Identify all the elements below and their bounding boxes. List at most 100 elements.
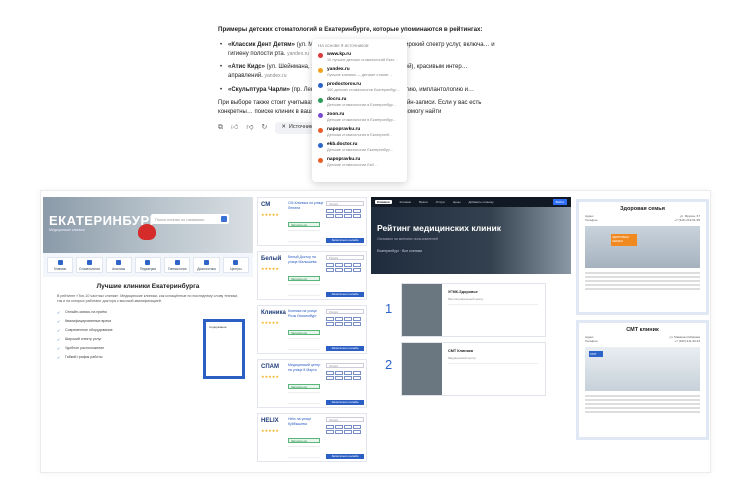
clinic-photo bbox=[402, 284, 442, 336]
category-tile[interactable]: Клиники bbox=[47, 257, 74, 273]
clinic-row[interactable]: Белый Белый Доктор на улице Малышева ★★★★★… bbox=[257, 251, 367, 300]
nav-item[interactable]: Цены bbox=[453, 200, 461, 204]
rating-title: Рейтинг медицинских клиник bbox=[377, 223, 501, 233]
card-title: СМТ клиник bbox=[626, 327, 659, 333]
thumbs-down-icon[interactable]: 👎︎ bbox=[246, 123, 253, 133]
rating-stars: ★★★★★ bbox=[261, 266, 279, 271]
site-favicon-icon bbox=[318, 158, 323, 163]
source-item[interactable]: www.kp.ru 10 лучших детских стоматологий … bbox=[318, 52, 401, 62]
page-title: Лучшие клиники Екатеринбурга bbox=[96, 283, 200, 290]
rating-card[interactable]: УГМК-Здоровье Многопрофильный центр bbox=[401, 283, 546, 337]
clinic-card[interactable]: Здоровая семья Адрес ул. Фрунзе, 67 Телеф… bbox=[576, 199, 709, 315]
category-tile[interactable]: Анализы bbox=[105, 257, 132, 273]
source-item[interactable]: prodoctorov.ru 100 детских стоматологов Е… bbox=[318, 82, 401, 92]
site-favicon-icon bbox=[318, 53, 323, 58]
services-select[interactable]: Услуги bbox=[326, 201, 364, 206]
source-item[interactable]: napopravku.ru Детская стоматология в Екат… bbox=[318, 127, 401, 137]
thumbs-up-icon[interactable]: 👍︎ bbox=[231, 123, 238, 133]
sources-popup: На основе 9 источников: www.kp.ru 10 лучш… bbox=[312, 39, 407, 182]
call-button[interactable]: Записаться bbox=[288, 330, 320, 335]
rating-stars: ★★★★★ bbox=[261, 374, 279, 379]
clinic-name[interactable]: Белый Доктор на улице Малышева bbox=[288, 255, 324, 264]
refresh-icon[interactable]: ↻ bbox=[261, 123, 267, 133]
source-item[interactable]: yandex.ru Лучшие клиники — детские стомат… bbox=[318, 67, 401, 77]
services-select[interactable]: Услуги bbox=[326, 309, 364, 314]
category-tile[interactable]: Гинекология bbox=[164, 257, 191, 273]
feature-item: Онлайн-запись на приём bbox=[43, 310, 253, 315]
source-item[interactable]: zoon.ru Детские стоматологии в Екатеринбу… bbox=[318, 112, 401, 122]
clinic-logo: СМ bbox=[261, 202, 271, 208]
copy-icon[interactable]: ⧉ bbox=[218, 123, 223, 133]
book-online-button[interactable]: Записаться онлайн bbox=[326, 454, 364, 459]
clinic-logo: Белый bbox=[261, 256, 282, 262]
popup-heading: На основе 9 источников: bbox=[318, 43, 370, 48]
book-online-button[interactable]: Записаться онлайн bbox=[326, 238, 364, 243]
clinic-name[interactable]: СМТ Клиника bbox=[448, 349, 473, 353]
rating-stars: ★★★★★ bbox=[261, 320, 279, 325]
category-tile[interactable]: Стоматологии bbox=[76, 257, 103, 273]
clinic-logo: HELIX bbox=[261, 418, 279, 424]
services-select[interactable]: Услуги bbox=[326, 363, 364, 368]
service-tags bbox=[326, 371, 364, 380]
hero-banner: ЕКАТЕРИНБУРГ Медицинские клиники Поиск к… bbox=[43, 197, 253, 253]
clinic-card[interactable]: СМТ клиник Адрес ул. Мамина-Сибиряка Теле… bbox=[576, 320, 709, 440]
nav-item[interactable]: Добавить клинику bbox=[469, 200, 494, 204]
source-item[interactable]: napopravku.ru Детские стоматологии Екб… bbox=[318, 157, 401, 167]
clinic-row[interactable]: Клиника Клиника на улице Розы Люксембург ★… bbox=[257, 305, 367, 354]
nav-item[interactable]: Врачи bbox=[419, 200, 428, 204]
clinic-name[interactable]: УГМК-Здоровье bbox=[448, 290, 478, 294]
service-tags bbox=[326, 263, 364, 272]
service-tags bbox=[326, 425, 364, 434]
service-tags bbox=[326, 317, 364, 326]
source-item[interactable]: docru.ru Детские стоматологии в Екатеринб… bbox=[318, 97, 401, 107]
source-chip[interactable]: yandex.ru bbox=[265, 73, 287, 79]
clinic-name[interactable]: Медицинский центр на улице 8 Марта bbox=[288, 363, 324, 372]
top-nav: Клиники Клиники Врачи Услуги Цены Добави… bbox=[371, 197, 571, 207]
clinic-name[interactable]: СМ-Клиника на улице Ленина bbox=[288, 201, 324, 210]
call-button[interactable]: Записаться bbox=[288, 384, 320, 389]
rating-stars: ★★★★★ bbox=[261, 428, 279, 433]
clinic-row[interactable]: СМ СМ-Клиника на улице Ленина ★★★★★ Услуги З… bbox=[257, 197, 367, 246]
rating-card[interactable]: СМТ Клиника Медицинский центр bbox=[401, 342, 546, 396]
services-select[interactable]: Услуги bbox=[326, 255, 364, 260]
book-online-button[interactable]: Записаться онлайн bbox=[326, 400, 364, 405]
source-chip[interactable]: yandex.ru bbox=[287, 51, 309, 57]
book-online-button[interactable]: Записаться онлайн bbox=[326, 292, 364, 297]
sources-icon: ✕ bbox=[281, 123, 286, 130]
search-icon[interactable] bbox=[221, 216, 227, 222]
toc-widget[interactable]: Содержание bbox=[203, 319, 245, 379]
book-online-button[interactable]: Записаться онлайн bbox=[326, 346, 364, 351]
source-item[interactable]: ekb.doctor.ru Детские стоматологии Екатер… bbox=[318, 142, 401, 152]
clinic-photo bbox=[402, 343, 442, 395]
category-tile[interactable]: Центры bbox=[222, 257, 249, 273]
brand-logo[interactable]: Клиники bbox=[375, 200, 392, 204]
site-favicon-icon bbox=[318, 68, 323, 73]
category-tile[interactable]: Диагностика bbox=[193, 257, 220, 273]
rank-number: 2 bbox=[385, 357, 393, 372]
nav-item[interactable]: Услуги bbox=[436, 200, 445, 204]
category-tile[interactable]: Педиатрия bbox=[134, 257, 162, 273]
call-button[interactable]: Записаться bbox=[288, 276, 320, 281]
rating-page: Клиники Клиники Врачи Услуги Цены Добави… bbox=[371, 197, 571, 472]
login-button[interactable]: Войти bbox=[552, 199, 567, 205]
clinic-name[interactable]: Helix на улице Куйбышева bbox=[288, 417, 324, 426]
call-button[interactable]: Записаться bbox=[288, 222, 320, 227]
rank-number: 1 bbox=[385, 301, 393, 316]
clinic-desc: Медицинский центр bbox=[448, 356, 476, 360]
clinic-row[interactable]: СПАМ Медицинский центр на улице 8 Марта ★★… bbox=[257, 359, 367, 408]
clinic-name[interactable]: Клиника на улице Розы Люксембург bbox=[288, 309, 324, 318]
search-input[interactable]: Поиск клиник по названию bbox=[151, 214, 229, 224]
heart-icon bbox=[138, 224, 156, 240]
clinic-row[interactable]: HELIX Helix на улице Куйбышева ★★★★★ Услуги… bbox=[257, 413, 367, 462]
category-bar: Клиники Стоматологии Анализы Педиатрия Гинек… bbox=[43, 253, 253, 277]
nav-item[interactable]: Клиники bbox=[400, 200, 412, 204]
services-select[interactable]: Услуги bbox=[326, 417, 364, 422]
clinic-list-page: СМ СМ-Клиника на улице Ленина ★★★★★ Услуги З… bbox=[257, 197, 367, 472]
rating-meta: Екатеринбург · Все клиники bbox=[377, 249, 423, 253]
site-favicon-icon bbox=[318, 113, 323, 118]
clinic-cards-column: Здоровая семья Адрес ул. Фрунзе, 67 Телеф… bbox=[576, 199, 709, 445]
clinic-logo: СПАМ bbox=[261, 364, 279, 370]
intro-text: В рейтинге «Топ-10 частных клиник». Меди… bbox=[57, 294, 239, 304]
site-favicon-icon bbox=[318, 83, 323, 88]
call-button[interactable]: Записаться bbox=[288, 438, 320, 443]
